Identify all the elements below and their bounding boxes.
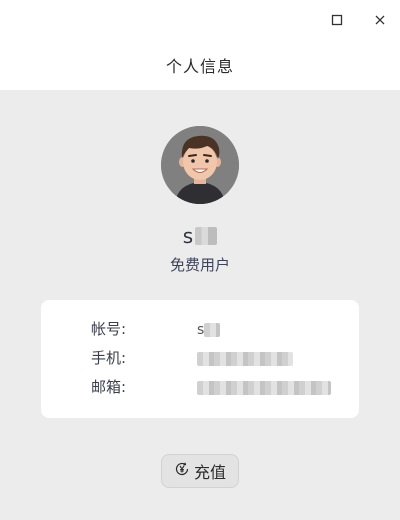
titlebar [0,0,400,40]
user-type: 免费用户 [169,256,230,274]
user-avatar-icon [161,126,239,204]
profile-content: s 免费用户 帐号: s 手机: 邮箱: 充值 [0,90,400,520]
account-redacted [204,323,221,337]
maximize-button[interactable] [323,6,351,34]
account-value: s [197,322,221,338]
close-button[interactable] [366,6,394,34]
recharge-label: 充值 [193,463,226,482]
username-redacted [195,227,218,245]
email-label: 邮箱: [91,378,127,396]
phone-label: 手机: [91,349,127,367]
email-value [197,380,331,396]
window-title: 个人信息 [165,57,234,76]
account-row: 帐号: s [41,318,359,342]
recharge-button[interactable]: 充值 [161,454,239,488]
avatar[interactable] [161,126,239,204]
account-info-card: 帐号: s 手机: 邮箱: [41,300,359,418]
close-icon [374,11,386,30]
maximize-icon [331,11,343,30]
account-value-text: s [197,322,205,338]
yen-icon [174,461,190,481]
email-redacted [197,381,331,395]
phone-redacted [197,352,293,366]
username-text: s [182,224,194,248]
phone-value [197,351,293,367]
account-label: 帐号: [91,320,127,338]
username: s [0,224,400,250]
profile-window: 个人信息 s 免费用户 帐号: s 手机: 邮箱: 充值 [0,0,400,520]
email-row: 邮箱: [41,376,359,400]
phone-row: 手机: [41,347,359,371]
